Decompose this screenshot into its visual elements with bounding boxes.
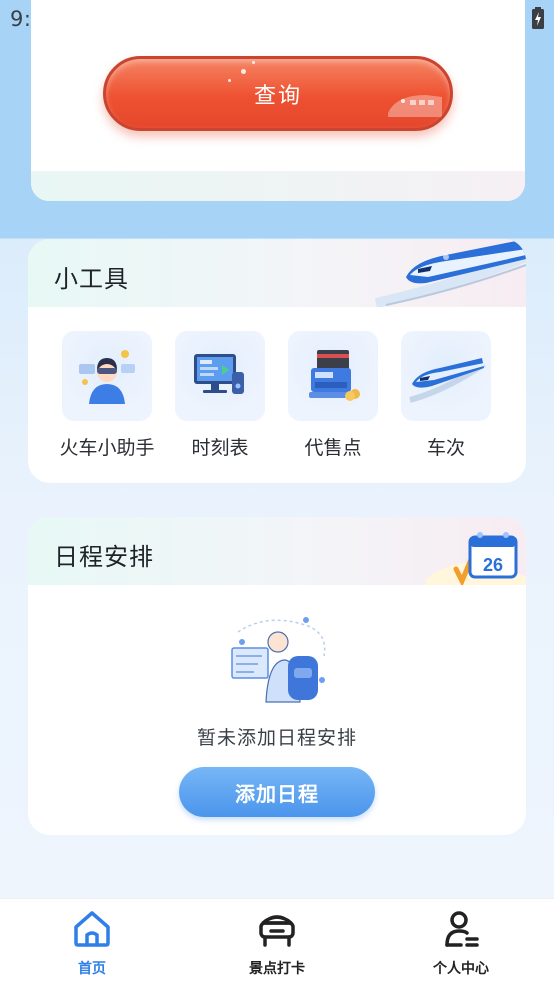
bullet-train-icon xyxy=(374,241,526,307)
tool-timetable[interactable]: 时刻表 xyxy=(160,331,280,460)
ticket-agency-icon xyxy=(288,331,378,421)
add-schedule-button[interactable]: 添加日程 xyxy=(179,767,375,817)
tool-train-number[interactable]: 车次 xyxy=(386,331,506,460)
bottom-nav: 首页 景点打卡 个人中心 xyxy=(0,898,554,984)
tool-label: 代售点 xyxy=(304,437,362,459)
train-assistant-icon xyxy=(62,331,152,421)
nav-profile[interactable]: 个人中心 xyxy=(401,907,521,978)
nav-label: 首页 xyxy=(78,961,106,977)
search-card-footer xyxy=(31,171,525,201)
empty-schedule-illustration xyxy=(231,617,326,703)
tools-title: 小工具 xyxy=(54,265,129,293)
tool-ticket-agency[interactable]: 代售点 xyxy=(273,331,393,460)
query-button-label: 查询 xyxy=(253,83,302,109)
search-card: 查询 xyxy=(31,0,525,201)
tool-label: 车次 xyxy=(426,437,465,459)
attraction-icon xyxy=(259,915,295,947)
calendar-day: 26 xyxy=(483,555,503,575)
tools-card: 小工具 火车小助手 时刻表 代售点 车次 xyxy=(28,239,526,483)
train-decoration-icon xyxy=(388,95,442,117)
tools-card-header: 小工具 xyxy=(28,239,526,307)
schedule-title: 日程安排 xyxy=(54,543,154,571)
nav-attractions[interactable]: 景点打卡 xyxy=(217,907,337,978)
schedule-card: 日程安排 26 暂未添加日程安排 添加日程 xyxy=(28,517,526,835)
tool-label: 火车小助手 xyxy=(59,437,155,459)
query-button[interactable]: 查询 xyxy=(103,56,453,131)
home-icon xyxy=(74,911,110,947)
train-number-icon xyxy=(401,331,491,421)
nav-label: 个人中心 xyxy=(433,961,489,977)
schedule-card-header: 日程安排 26 xyxy=(28,517,526,585)
battery-charging-icon xyxy=(532,7,544,29)
nav-label: 景点打卡 xyxy=(249,961,305,977)
nav-home[interactable]: 首页 xyxy=(32,907,152,978)
timetable-icon xyxy=(175,331,265,421)
calendar-icon: 26 xyxy=(426,532,526,585)
profile-icon xyxy=(445,911,479,947)
empty-schedule-text: 暂未添加日程安排 xyxy=(196,727,357,749)
tool-train-assistant[interactable]: 火车小助手 xyxy=(47,331,167,460)
tool-label: 时刻表 xyxy=(191,437,249,459)
